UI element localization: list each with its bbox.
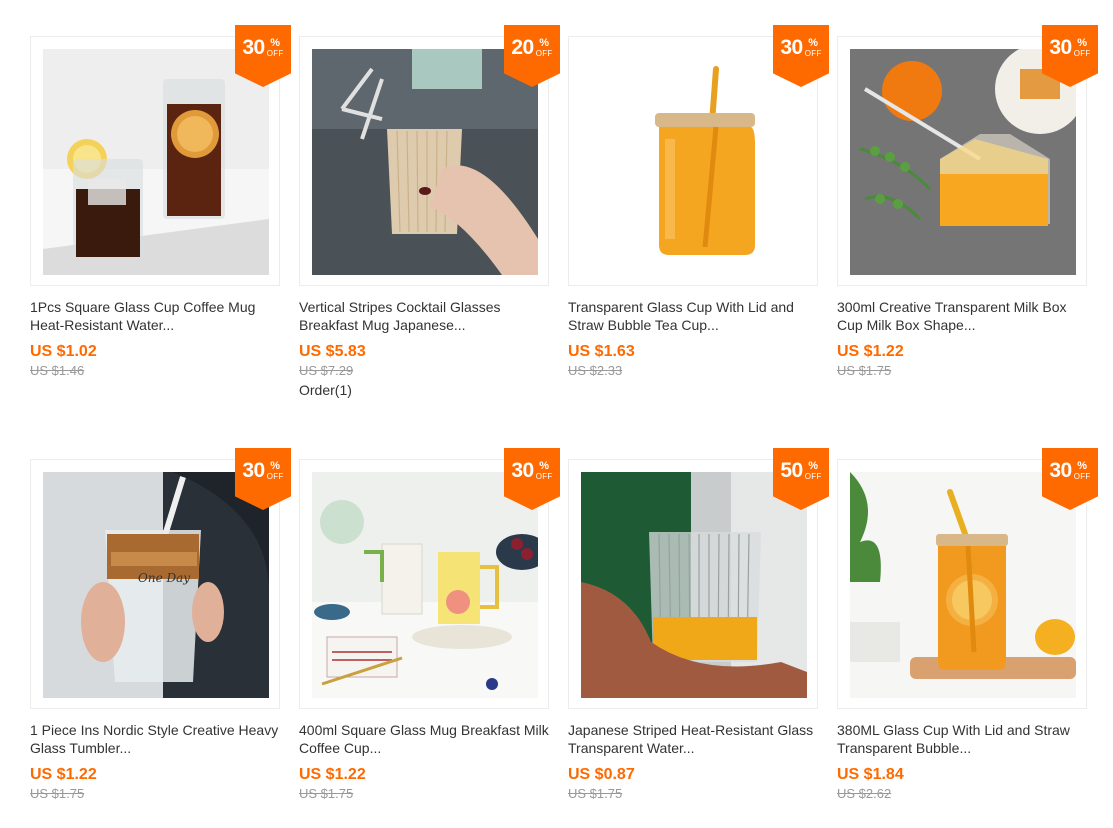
product-price: US $5.83 bbox=[299, 343, 366, 360]
product-card[interactable]: 30 % OFF 1Pcs Square Glass Cup Coffee Mug… bbox=[30, 25, 291, 380]
product-title[interactable]: 380ML Glass Cup With Lid and Straw Trans… bbox=[837, 721, 1087, 757]
percent-sign: % bbox=[539, 37, 550, 49]
product-image[interactable] bbox=[850, 472, 1076, 698]
product-card[interactable]: 30 % OFF 400ml Square Glass Mug Breakfast… bbox=[299, 448, 560, 803]
discount-value: 30 bbox=[511, 459, 534, 482]
original-price: US $2.33 bbox=[568, 363, 623, 378]
product-card[interactable]: 50 % OFF Japanese Striped Heat-Resistant … bbox=[568, 448, 829, 803]
product-price: US $1.84 bbox=[837, 766, 904, 783]
product-title[interactable]: 300ml Creative Transparent Milk Box Cup … bbox=[837, 298, 1087, 334]
percent-sign: % bbox=[1077, 37, 1088, 49]
product-image[interactable]: One Day bbox=[43, 472, 269, 698]
product-title[interactable]: Japanese Striped Heat-Resistant Glass Tr… bbox=[568, 721, 818, 757]
percent-sign: % bbox=[270, 37, 281, 49]
off-label: OFF bbox=[804, 49, 822, 58]
product-image-frame[interactable]: One Day 30 % OFF bbox=[30, 448, 291, 709]
off-label: OFF bbox=[804, 472, 822, 481]
product-image-frame[interactable]: 30 % OFF bbox=[30, 25, 291, 286]
percent-sign: % bbox=[808, 37, 819, 49]
product-card[interactable]: 30 % OFF 380ML Glass Cup With Lid and Str… bbox=[837, 448, 1098, 803]
product-image[interactable] bbox=[312, 49, 538, 275]
percent-sign: % bbox=[808, 460, 819, 472]
discount-value: 30 bbox=[242, 36, 265, 59]
product-title[interactable]: 1Pcs Square Glass Cup Coffee Mug Heat-Re… bbox=[30, 298, 280, 334]
discount-value: 30 bbox=[242, 459, 265, 482]
discount-value: 30 bbox=[1049, 36, 1072, 59]
product-card[interactable]: One Day 30 % OFF 1 Piece Ins Nordic Style… bbox=[30, 448, 291, 803]
product-image[interactable] bbox=[312, 472, 538, 698]
product-title[interactable]: Transparent Glass Cup With Lid and Straw… bbox=[568, 298, 818, 334]
discount-value: 50 bbox=[780, 459, 803, 482]
product-price: US $0.87 bbox=[568, 766, 635, 783]
product-card[interactable]: 30 % OFF 300ml Creative Transparent Milk … bbox=[837, 25, 1098, 380]
product-title[interactable]: Vertical Stripes Cocktail Glasses Breakf… bbox=[299, 298, 549, 334]
product-price: US $1.22 bbox=[30, 766, 97, 783]
order-count: Order(1) bbox=[299, 382, 352, 398]
original-price: US $7.29 bbox=[299, 363, 354, 378]
product-card[interactable]: 20 % OFF Vertical Stripes Cocktail Glasse… bbox=[299, 25, 560, 400]
percent-sign: % bbox=[539, 460, 550, 472]
original-price: US $1.75 bbox=[299, 786, 354, 801]
product-title[interactable]: 1 Piece Ins Nordic Style Creative Heavy … bbox=[30, 721, 280, 757]
svg-text:One Day: One Day bbox=[138, 571, 190, 585]
product-card[interactable]: 30 % OFF Transparent Glass Cup With Lid a… bbox=[568, 25, 829, 380]
product-image[interactable] bbox=[43, 49, 269, 275]
discount-value: 30 bbox=[780, 36, 803, 59]
off-label: OFF bbox=[1073, 49, 1091, 58]
product-image-frame[interactable]: 50 % OFF bbox=[568, 448, 829, 709]
product-price: US $1.22 bbox=[837, 343, 904, 360]
product-image[interactable] bbox=[850, 49, 1076, 275]
discount-value: 20 bbox=[511, 36, 534, 59]
product-image-frame[interactable]: 20 % OFF bbox=[299, 25, 560, 286]
product-image-frame[interactable]: 30 % OFF bbox=[837, 25, 1098, 286]
product-price: US $1.02 bbox=[30, 343, 97, 360]
product-price: US $1.63 bbox=[568, 343, 635, 360]
product-image-frame[interactable]: 30 % OFF bbox=[299, 448, 560, 709]
original-price: US $1.75 bbox=[568, 786, 623, 801]
product-image[interactable] bbox=[581, 472, 807, 698]
original-price: US $1.75 bbox=[837, 363, 892, 378]
product-price: US $1.22 bbox=[299, 766, 366, 783]
product-image[interactable] bbox=[581, 49, 807, 275]
off-label: OFF bbox=[266, 49, 284, 58]
product-title[interactable]: 400ml Square Glass Mug Breakfast Milk Co… bbox=[299, 721, 549, 757]
off-label: OFF bbox=[535, 49, 553, 58]
off-label: OFF bbox=[535, 472, 553, 481]
percent-sign: % bbox=[1077, 460, 1088, 472]
original-price: US $2.62 bbox=[837, 786, 892, 801]
original-price: US $1.46 bbox=[30, 363, 85, 378]
product-image-frame[interactable]: 30 % OFF bbox=[837, 448, 1098, 709]
product-image-frame[interactable]: 30 % OFF bbox=[568, 25, 829, 286]
original-price: US $1.75 bbox=[30, 786, 85, 801]
off-label: OFF bbox=[1073, 472, 1091, 481]
discount-value: 30 bbox=[1049, 459, 1072, 482]
off-label: OFF bbox=[266, 472, 284, 481]
percent-sign: % bbox=[270, 460, 281, 472]
